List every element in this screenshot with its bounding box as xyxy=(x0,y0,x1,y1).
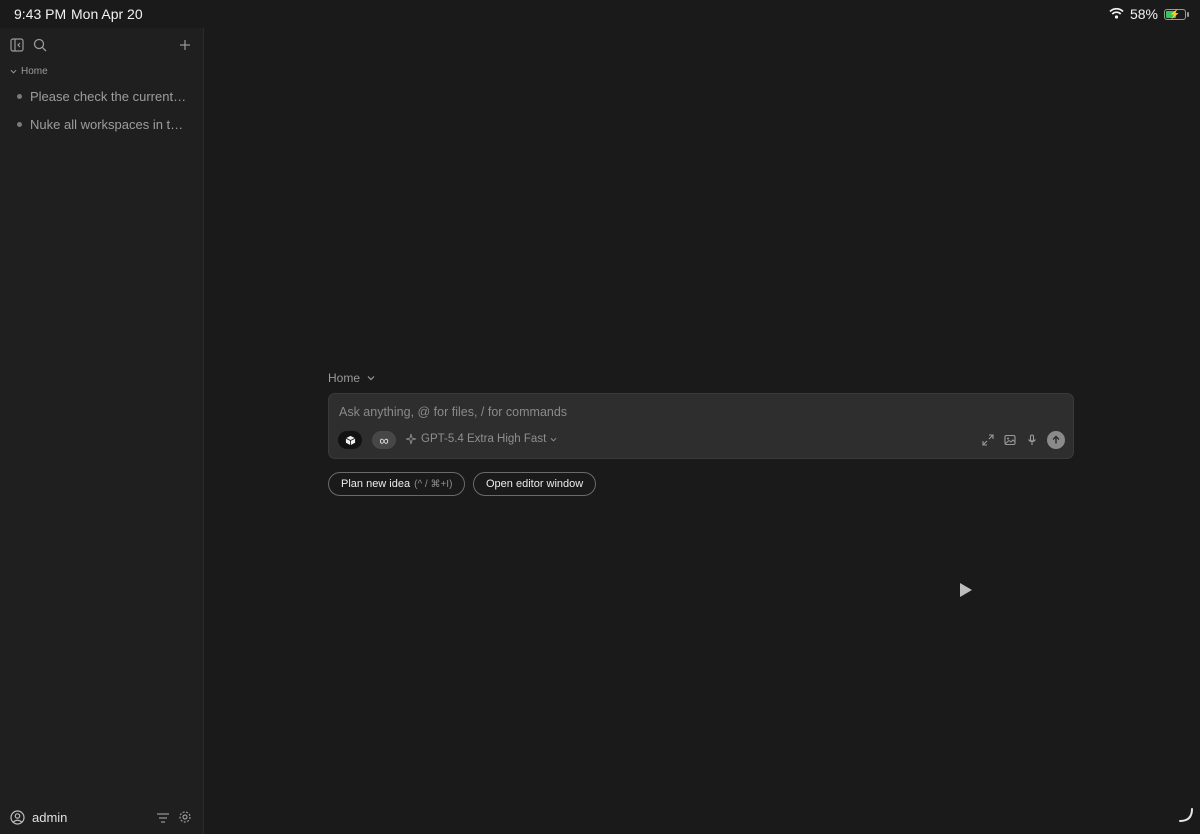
composer-actions xyxy=(981,431,1065,449)
model-selector[interactable]: GPT-5.4 Extra High Fast xyxy=(405,433,557,445)
main-area: Home ∞ GPT-5.4 Extra High Fast xyxy=(204,28,1200,834)
resize-corner-icon[interactable] xyxy=(1178,807,1194,828)
chevron-down-icon xyxy=(550,437,557,442)
composer: ∞ GPT-5.4 Extra High Fast xyxy=(328,393,1074,459)
status-bar: 9:43 PM Mon Apr 20 58% ⚡ xyxy=(0,0,1200,28)
filter-icon[interactable] xyxy=(156,811,170,829)
workspace-selector[interactable]: Home xyxy=(328,371,375,385)
image-attach-icon[interactable] xyxy=(1003,433,1017,447)
status-date: Mon Apr 20 xyxy=(71,6,143,22)
battery-icon: ⚡ xyxy=(1164,8,1189,20)
sidebar-footer: admin xyxy=(0,800,203,834)
chat-status-dot xyxy=(17,93,22,99)
plan-shortcut-hint: (^ / ⌘+I) xyxy=(414,478,453,490)
plan-new-idea-button[interactable]: Plan new idea (^ / ⌘+I) xyxy=(328,472,466,496)
chevron-down-icon xyxy=(367,376,375,381)
sidebar: Home Please check the current ... Nuke a… xyxy=(0,28,204,834)
open-editor-window-button[interactable]: Open editor window xyxy=(473,472,597,496)
chat-status-dot xyxy=(17,121,22,127)
model-name: GPT-5.4 Extra High Fast xyxy=(421,433,547,445)
infinity-icon: ∞ xyxy=(379,432,389,448)
status-indicators: 58% ⚡ xyxy=(1109,6,1189,22)
pointer-cursor-icon xyxy=(959,582,973,603)
sidebar-section-home[interactable]: Home xyxy=(10,66,48,77)
chevron-down-icon xyxy=(10,69,17,74)
sidebar-item-chat-2[interactable]: Nuke all workspaces in th... xyxy=(17,114,187,134)
sidebar-item-label: Nuke all workspaces in th... xyxy=(30,116,187,132)
workspace-label: Home xyxy=(328,371,361,385)
sidebar-item-chat-1[interactable]: Please check the current ... xyxy=(17,86,187,106)
user-avatar-icon[interactable] xyxy=(10,810,25,825)
send-button[interactable] xyxy=(1047,431,1065,449)
sparkle-icon xyxy=(405,433,417,445)
cube-icon xyxy=(345,435,355,445)
sidebar-item-label: Please check the current ... xyxy=(30,88,187,104)
collapse-sidebar-icon[interactable] xyxy=(10,38,24,52)
search-icon[interactable] xyxy=(33,38,47,52)
new-chat-plus-icon[interactable] xyxy=(178,38,192,52)
arrow-up-icon xyxy=(1052,435,1060,444)
wifi-icon xyxy=(1109,6,1124,22)
open-editor-window-label: Open editor window xyxy=(486,478,584,490)
battery-percent: 58% xyxy=(1129,6,1158,22)
username[interactable]: admin xyxy=(32,810,67,825)
gear-icon[interactable] xyxy=(178,810,192,829)
expand-icon[interactable] xyxy=(981,433,995,447)
status-time: 9:43 PM xyxy=(14,6,67,22)
plan-new-idea-label: Plan new idea xyxy=(341,478,411,490)
charging-bolt-icon: ⚡ xyxy=(1169,8,1181,19)
sidebar-toolbar xyxy=(0,28,203,62)
agent-mode-button[interactable] xyxy=(338,431,362,449)
prompt-input[interactable] xyxy=(339,405,939,419)
sidebar-section-label: Home xyxy=(21,66,48,77)
infinity-mode-button[interactable]: ∞ xyxy=(372,431,396,449)
microphone-icon[interactable] xyxy=(1025,433,1039,447)
